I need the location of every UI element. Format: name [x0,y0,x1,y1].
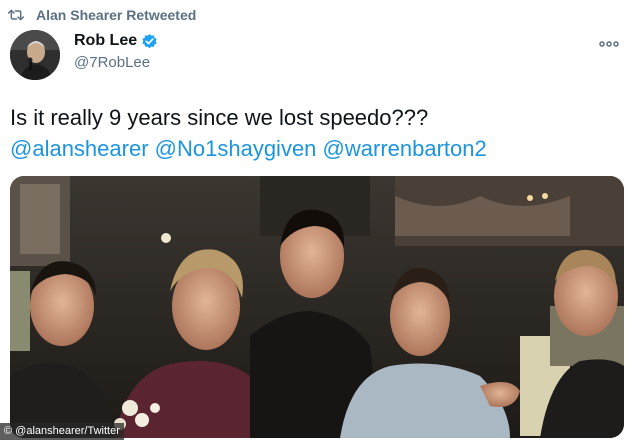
author-name-row[interactable]: Rob Lee [74,32,158,50]
group-photo [10,176,624,438]
tweet-text: Is it really 9 years since we lost speed… [10,105,429,130]
avatar-image [10,30,60,80]
mention-alanshearer[interactable]: @alanshearer [10,136,149,161]
avatar[interactable] [10,30,60,80]
verified-badge-icon [142,33,157,48]
author-handle[interactable]: @7RobLee [74,54,158,71]
photo-credit: © @alanshearer/Twitter [0,423,124,440]
mention-no1shaygiven[interactable]: @No1shaygiven [155,136,317,161]
more-horizontal-icon[interactable] [598,38,620,50]
tweet-photo[interactable] [10,176,624,438]
retweet-icon [8,9,24,21]
tweet-mentions: @alanshearer @No1shaygiven @warrenbarton… [10,134,487,163]
retweeted-by-label: Alan Shearer Retweeted [36,7,197,23]
retweet-header[interactable]: Alan Shearer Retweeted [8,6,196,24]
mention-warrenbarton2[interactable]: @warrenbarton2 [323,136,487,161]
display-name: Rob Lee [74,32,138,49]
